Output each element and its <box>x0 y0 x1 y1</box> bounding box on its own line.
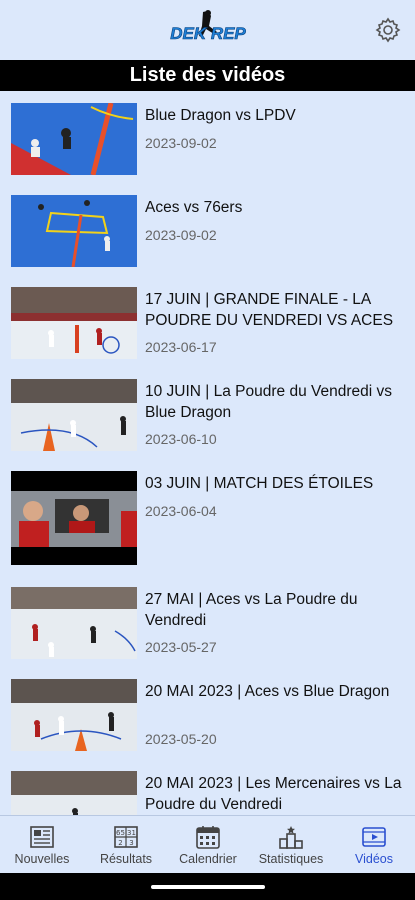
video-date: 2023-06-04 <box>145 503 217 519</box>
scoreboard-icon: 65 31 2 3 <box>114 826 138 848</box>
video-title[interactable]: 03 JUIN | MATCH DES ÉTOILES <box>145 473 407 494</box>
video-list[interactable]: Blue Dragon vs LPDV 2023-09-02 Aces vs 7… <box>0 91 415 815</box>
page-title: Liste des vidéos <box>0 60 415 91</box>
nav-item-calendrier[interactable]: Calendrier <box>172 820 244 872</box>
app-logo: DEK REP <box>163 10 253 46</box>
home-indicator[interactable] <box>151 885 265 889</box>
video-date: 2023-09-02 <box>145 227 217 243</box>
svg-text:3: 3 <box>129 839 133 847</box>
video-item[interactable]: 27 MAI | Aces vs La Poudre du Vendredi 2… <box>0 575 415 667</box>
nav-label: Vidéos <box>355 852 393 866</box>
video-date: 2023-05-20 <box>145 731 217 747</box>
newspaper-icon <box>30 826 54 848</box>
video-item[interactable]: Aces vs 76ers 2023-09-02 <box>0 183 415 275</box>
video-title[interactable]: 20 MAI 2023 | Les Mercenaires vs La Poud… <box>145 773 407 815</box>
nav-label: Résultats <box>99 852 153 866</box>
nav-item-videos[interactable]: Vidéos <box>340 820 408 872</box>
video-thumbnail[interactable] <box>11 195 137 267</box>
bottom-navigation: Nouvelles 65 31 2 3 Résultats Calendrier <box>0 815 415 874</box>
nav-label: Calendrier <box>179 852 237 866</box>
top-bar: DEK REP <box>0 0 415 60</box>
svg-text:31: 31 <box>127 829 136 837</box>
video-item[interactable]: 20 MAI 2023 | Aces vs Blue Dragon 2023-0… <box>0 667 415 759</box>
nav-item-nouvelles[interactable]: Nouvelles <box>6 820 78 872</box>
nav-label: Nouvelles <box>14 852 70 866</box>
video-thumbnail[interactable] <box>11 587 137 659</box>
video-item[interactable]: 17 JUIN | GRANDE FINALE - LA POUDRE DU V… <box>0 275 415 367</box>
video-title[interactable]: Blue Dragon vs LPDV <box>145 105 407 126</box>
video-item[interactable]: 03 JUIN | MATCH DES ÉTOILES 2023-06-04 <box>0 459 415 565</box>
video-thumbnail[interactable] <box>11 103 137 175</box>
nav-item-resultats[interactable]: 65 31 2 3 Résultats <box>90 820 162 872</box>
svg-text:2: 2 <box>118 839 122 847</box>
video-date: 2023-09-02 <box>145 135 217 151</box>
svg-text:DEK REP: DEK REP <box>170 24 246 43</box>
video-title[interactable]: 20 MAI 2023 | Aces vs Blue Dragon <box>145 681 407 702</box>
video-date: 2023-05-27 <box>145 639 217 655</box>
calendar-icon <box>196 826 220 849</box>
nav-item-statistiques[interactable]: Statistiques <box>252 820 330 872</box>
video-date: 2023-06-17 <box>145 339 217 355</box>
video-item[interactable]: 10 JUIN | La Poudre du Vendredi vs Blue … <box>0 367 415 459</box>
system-gesture-area <box>0 873 415 900</box>
video-thumbnail[interactable] <box>11 679 137 751</box>
video-thumbnail[interactable] <box>11 379 137 451</box>
svg-text:65: 65 <box>116 829 125 837</box>
video-thumbnail[interactable] <box>11 287 137 359</box>
video-title[interactable]: 10 JUIN | La Poudre du Vendredi vs Blue … <box>145 381 407 423</box>
video-item[interactable]: Blue Dragon vs LPDV 2023-09-02 <box>0 91 415 183</box>
video-thumbnail[interactable] <box>11 771 137 815</box>
video-item[interactable]: 20 MAI 2023 | Les Mercenaires vs La Poud… <box>0 759 415 815</box>
video-icon <box>362 827 386 847</box>
video-title[interactable]: 27 MAI | Aces vs La Poudre du Vendredi <box>145 589 407 631</box>
nav-label: Statistiques <box>258 852 324 866</box>
podium-icon <box>279 826 303 849</box>
gear-icon[interactable] <box>374 16 402 44</box>
video-title[interactable]: 17 JUIN | GRANDE FINALE - LA POUDRE DU V… <box>145 289 407 331</box>
video-thumbnail[interactable] <box>11 471 137 565</box>
video-title[interactable]: Aces vs 76ers <box>145 197 407 218</box>
video-date: 2023-06-10 <box>145 431 217 447</box>
